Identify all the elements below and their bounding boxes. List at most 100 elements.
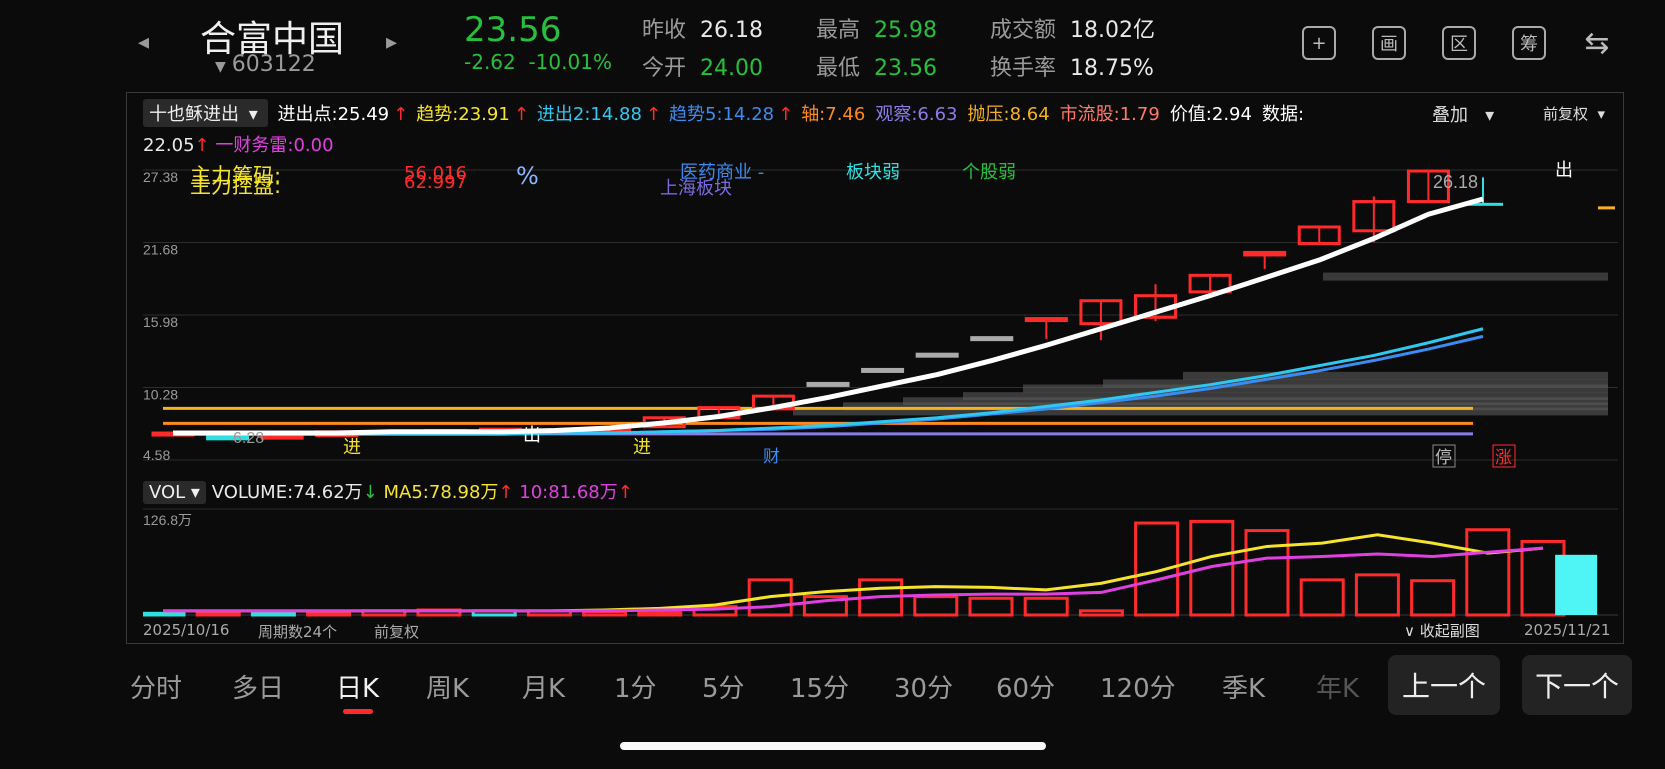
indicator-item: 趋势:23.91 (416, 104, 510, 125)
prev-stock-button[interactable]: 上一个 (1388, 655, 1500, 715)
indicator-item: 市流股:1.79 (1059, 104, 1160, 125)
ma5-label: MA5: (383, 482, 429, 503)
y-axis-label: 15.98 (143, 314, 178, 330)
chevron-down-icon: ∨ (1404, 622, 1420, 640)
volume-bar (1299, 578, 1345, 617)
chips-icon[interactable]: 筹 (1512, 26, 1546, 60)
end-date: 2025/11/21 (1524, 621, 1611, 639)
change-percent: -10.01% (528, 50, 612, 74)
volume-bar (1189, 519, 1235, 617)
prev-close: 昨收 26.18 (642, 12, 763, 44)
volume-bar (1354, 573, 1400, 617)
tab-day-k[interactable]: 日K (336, 668, 379, 705)
price-change: -2.62 -10.01% (464, 50, 612, 74)
sell-signal-label: 出 (1555, 160, 1573, 180)
tab-120min[interactable]: 120分 (1100, 668, 1176, 705)
draw-icon[interactable]: 画 (1372, 26, 1406, 60)
amount-value: 18.02亿 (1070, 18, 1155, 43)
volume-value: 74.62万 (293, 482, 363, 503)
volume-bar (1023, 596, 1069, 617)
volume-bar (195, 611, 241, 617)
indicator-line2: 22.05↑ 一财务雷:0.00 (143, 131, 334, 157)
volume-chart[interactable]: 126.8万 (143, 505, 1618, 617)
indicator-item: 观察:6.63 (875, 104, 958, 125)
chevron-down-icon: ▾ (1468, 105, 1495, 126)
overlay-dropdown[interactable]: 叠加 ▾ (1432, 101, 1494, 127)
tab-week-k[interactable]: 周K (426, 668, 469, 705)
low-price: 最低 23.56 (816, 50, 937, 82)
up-arrow-icon: ↑ (778, 104, 794, 125)
volume-bar (1465, 528, 1511, 617)
high-price: 最高 25.98 (816, 12, 937, 44)
tab-fenshi[interactable]: 分时 (130, 668, 182, 705)
rotate-screen-icon[interactable]: ⇆ (1580, 26, 1614, 61)
turnover-value: 18.75% (1070, 56, 1154, 81)
current-price: 23.56 (464, 10, 562, 50)
candle-body (861, 367, 905, 373)
indicator-selector[interactable]: 十也稣进出 ▾ (143, 99, 268, 127)
candle-body (1243, 250, 1287, 257)
open-value: 24.00 (700, 56, 763, 81)
ma10-label: 10: (519, 482, 549, 503)
candle-body (806, 381, 850, 387)
up-arrow-icon: ↑ (513, 104, 529, 125)
start-date: 2025/10/16 (143, 621, 230, 639)
volume-bar (143, 611, 186, 617)
down-arrow-icon: ↓ (362, 482, 378, 503)
tab-month-k[interactable]: 月K (522, 668, 565, 705)
collapse-subchart-label: 收起副图 (1419, 622, 1480, 640)
sell-signal-label: 出 (523, 425, 541, 445)
low-value: 23.56 (874, 56, 937, 81)
tab-30min[interactable]: 30分 (894, 668, 953, 705)
plus-square-icon[interactable]: + (1302, 26, 1336, 60)
volume-bar (637, 610, 683, 617)
main-force-control-label: 主力控盘: (190, 174, 282, 198)
indicator-item: 抛压:8.64 (967, 104, 1050, 125)
collapse-subchart-button[interactable]: ∨ 收起副图 (1404, 620, 1480, 641)
change-amount: -2.62 (464, 50, 516, 74)
up-arrow-icon: ↑ (393, 104, 409, 125)
next-stock-button[interactable]: 下一个 (1522, 655, 1632, 715)
tab-1min[interactable]: 1分 (614, 668, 657, 705)
low-price-label: 6.28 (233, 430, 264, 447)
volume-max-label: 126.8万 (143, 512, 192, 528)
chip-bar (1023, 384, 1608, 393)
tab-season-k[interactable]: 季K (1222, 668, 1265, 705)
y-axis-label: 10.28 (143, 387, 178, 403)
tab-60min[interactable]: 60分 (996, 668, 1055, 705)
candlestick-chart[interactable]: 27.38 21.68 15.98 10.28 4.58 6.28 进 出进 财 26.18 出停 涨 (143, 160, 1618, 470)
indicator-extra-value: 22.05 (143, 135, 195, 156)
next-stock-arrow[interactable]: ▸ (386, 30, 397, 55)
y-axis-label: 21.68 (143, 242, 178, 258)
tab-year-k[interactable]: 年K (1316, 668, 1359, 705)
volume-bar (250, 611, 296, 617)
range-icon[interactable]: 区 (1442, 26, 1476, 60)
adjust-dropdown[interactable]: 前复权 ▾ (1543, 103, 1605, 124)
ma5-value: 78.98万 (428, 482, 499, 503)
high-value: 25.98 (874, 18, 937, 43)
chip-bar (1323, 272, 1608, 281)
open-label: 今开 (642, 56, 687, 81)
volume-selector[interactable]: VOL ▾ (143, 481, 206, 504)
sector-weak-label: 板块弱 (846, 162, 900, 183)
last-close-label: 26.18 (1433, 172, 1478, 192)
buy-signal-label: 进 (343, 437, 361, 457)
volume-bar (1078, 609, 1124, 617)
tab-duori[interactable]: 多日 (232, 668, 284, 705)
candle-body (1024, 317, 1068, 323)
tab-15min[interactable]: 15分 (790, 668, 849, 705)
chevron-down-icon: ▾ (243, 104, 258, 125)
prev-stock-arrow[interactable]: ◂ (138, 30, 149, 55)
turnover-amount: 成交额 18.02亿 (990, 12, 1155, 44)
ma10-value: 81.68万 (548, 482, 618, 503)
stock-code[interactable]: ▼ 603122 (215, 52, 316, 77)
volume-bar (913, 595, 959, 617)
indicator-item: 数据: (1261, 104, 1305, 125)
adjust-label: 前复权 (1543, 105, 1589, 123)
prev-close-label: 昨收 (642, 18, 687, 43)
turnover-label: 换手率 (990, 56, 1057, 81)
finance-risk-label: 一财务雷: (215, 135, 294, 156)
home-indicator[interactable] (620, 742, 1046, 750)
overlay-label: 叠加 (1432, 105, 1468, 126)
tab-5min[interactable]: 5分 (702, 668, 745, 705)
